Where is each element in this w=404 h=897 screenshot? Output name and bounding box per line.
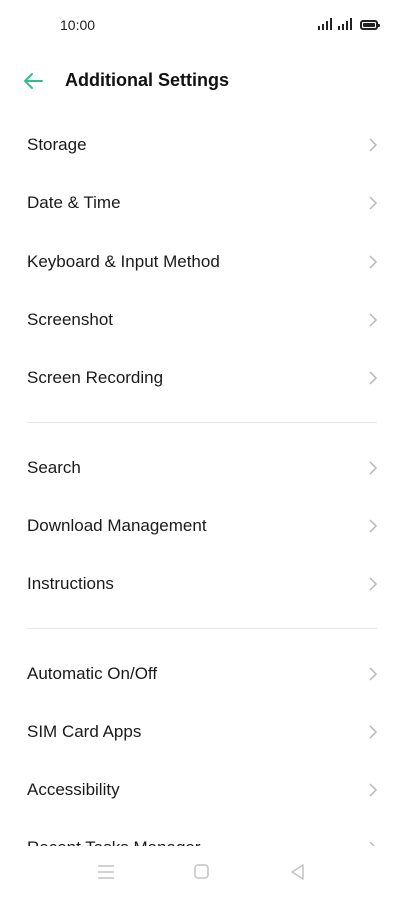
home-button[interactable] — [190, 861, 214, 883]
list-item-label: Automatic On/Off — [27, 663, 158, 683]
chevron-right-icon — [369, 138, 378, 152]
screen: 10:00 Additional Settings Storage Date &… — [0, 0, 404, 897]
list-item-label: Date & Time — [27, 193, 121, 213]
navigation-bar — [0, 855, 404, 891]
chevron-right-icon — [369, 196, 378, 210]
list-item-label: Storage — [27, 135, 87, 155]
page-title: Additional Settings — [65, 70, 229, 90]
recents-button[interactable] — [94, 861, 118, 883]
chevron-right-icon — [369, 255, 378, 269]
list-item-label: Screen Recording — [27, 368, 164, 388]
list-item-label: SIM Card Apps — [27, 721, 142, 741]
settings-list: Storage Date & Time Keyboard & Input Met… — [0, 116, 404, 878]
signal-2-icon — [338, 18, 352, 30]
list-item-date-time[interactable]: Date & Time — [0, 174, 404, 232]
header: Additional Settings — [0, 56, 404, 106]
chevron-right-icon — [369, 783, 378, 797]
chevron-right-icon — [369, 461, 378, 475]
back-triangle-icon — [291, 864, 304, 880]
list-item-instructions[interactable]: Instructions — [0, 555, 404, 613]
chevron-right-icon — [369, 371, 378, 385]
list-item-label: Download Management — [27, 515, 207, 535]
list-item-screen-recording[interactable]: Screen Recording — [0, 349, 404, 407]
list-item-screenshot[interactable]: Screenshot — [0, 291, 404, 349]
list-item-keyboard-input[interactable]: Keyboard & Input Method — [0, 233, 404, 291]
list-item-search[interactable]: Search — [0, 438, 404, 496]
list-item-label: Accessibility — [27, 780, 120, 800]
chevron-right-icon — [369, 577, 378, 591]
battery-icon — [360, 20, 380, 30]
group-divider — [0, 613, 404, 644]
back-button[interactable] — [20, 68, 50, 94]
group-divider — [0, 407, 404, 438]
menu-icon — [98, 865, 114, 879]
status-time: 10:00 — [60, 17, 96, 33]
home-square-icon — [194, 864, 209, 879]
list-item-label: Screenshot — [27, 310, 113, 330]
list-item-storage[interactable]: Storage — [0, 116, 404, 174]
list-item-label: Search — [27, 457, 81, 477]
list-item-label: Instructions — [27, 574, 114, 594]
list-item-label: Keyboard & Input Method — [27, 251, 220, 271]
list-item-automatic-on-off[interactable]: Automatic On/Off — [0, 644, 404, 702]
back-nav-button[interactable] — [286, 861, 310, 883]
arrow-left-icon — [24, 73, 43, 89]
chevron-right-icon — [369, 519, 378, 533]
list-item-accessibility[interactable]: Accessibility — [0, 761, 404, 819]
signal-1-icon — [318, 18, 332, 30]
chevron-right-icon — [369, 666, 378, 681]
status-icons — [318, 18, 380, 30]
list-item-download-management[interactable]: Download Management — [0, 497, 404, 555]
chevron-right-icon — [369, 725, 378, 739]
chevron-right-icon — [369, 313, 378, 327]
status-bar: 10:00 — [0, 0, 404, 50]
list-item-sim-card-apps[interactable]: SIM Card Apps — [0, 703, 404, 761]
